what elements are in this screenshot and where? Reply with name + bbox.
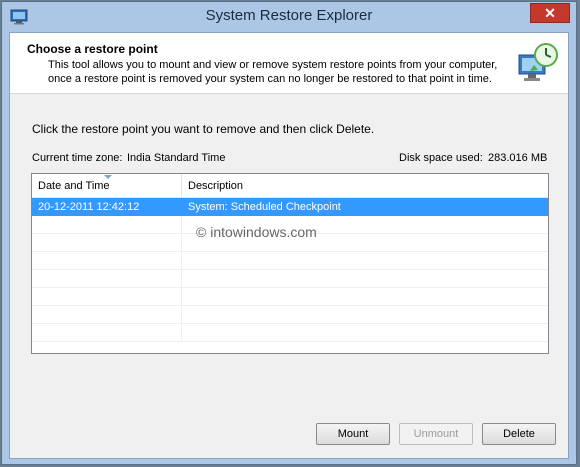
timezone-value: India Standard Time (127, 152, 226, 164)
table-row[interactable] (32, 288, 548, 306)
row-date-cell (32, 216, 182, 233)
list-rows: 20-12-2011 12:42:12 System: Scheduled Che… (32, 198, 548, 342)
table-row[interactable] (32, 252, 548, 270)
row-date-cell (32, 270, 182, 287)
row-description-cell: System: Scheduled Checkpoint (188, 201, 341, 213)
app-window: System Restore Explorer ✕ Choose a resto… (1, 1, 577, 465)
row-description-cell (182, 252, 548, 269)
sort-indicator-icon (104, 175, 112, 179)
dialog-body: Choose a restore point This tool allows … (9, 32, 569, 459)
header-description: This tool allows you to mount and view o… (48, 59, 498, 85)
row-description-cell (182, 288, 548, 305)
window-title: System Restore Explorer (205, 7, 373, 24)
row-date-cell (32, 306, 182, 323)
column-header-row: Date and Time Description (32, 174, 548, 198)
row-date-cell (32, 252, 182, 269)
row-description-cell (182, 270, 548, 287)
table-row[interactable]: 20-12-2011 12:42:12 System: Scheduled Che… (32, 198, 548, 216)
row-date-cell (32, 234, 182, 251)
restore-point-list[interactable]: Date and Time Description 20-12-2011 12:… (31, 173, 549, 354)
row-date-cell (32, 324, 182, 341)
table-row[interactable] (32, 270, 548, 288)
header-title: Choose a restore point (27, 42, 158, 56)
column-header-description[interactable]: Description (182, 174, 548, 197)
close-button[interactable]: ✕ (530, 3, 570, 23)
restore-clock-monitor-icon (518, 43, 558, 81)
delete-button[interactable]: Delete (482, 423, 556, 445)
row-date-cell: 20-12-2011 12:42:12 (32, 198, 182, 215)
header-panel: Choose a restore point This tool allows … (10, 33, 568, 94)
watermark: © intowindows.com (196, 224, 317, 240)
disk-space-label: Disk space used: (399, 152, 483, 164)
unmount-button[interactable]: Unmount (399, 423, 473, 445)
title-bar[interactable]: System Restore Explorer ✕ (2, 2, 576, 32)
instruction-text: Click the restore point you want to remo… (32, 122, 375, 136)
timezone-label: Current time zone: (32, 152, 123, 164)
row-description-cell (182, 324, 548, 341)
mount-button[interactable]: Mount (316, 423, 390, 445)
row-description-cell (182, 306, 548, 323)
row-date-cell (32, 288, 182, 305)
table-row[interactable] (32, 324, 548, 342)
disk-space-value: 283.016 MB (488, 152, 548, 164)
close-icon: ✕ (544, 5, 556, 21)
table-row[interactable] (32, 306, 548, 324)
